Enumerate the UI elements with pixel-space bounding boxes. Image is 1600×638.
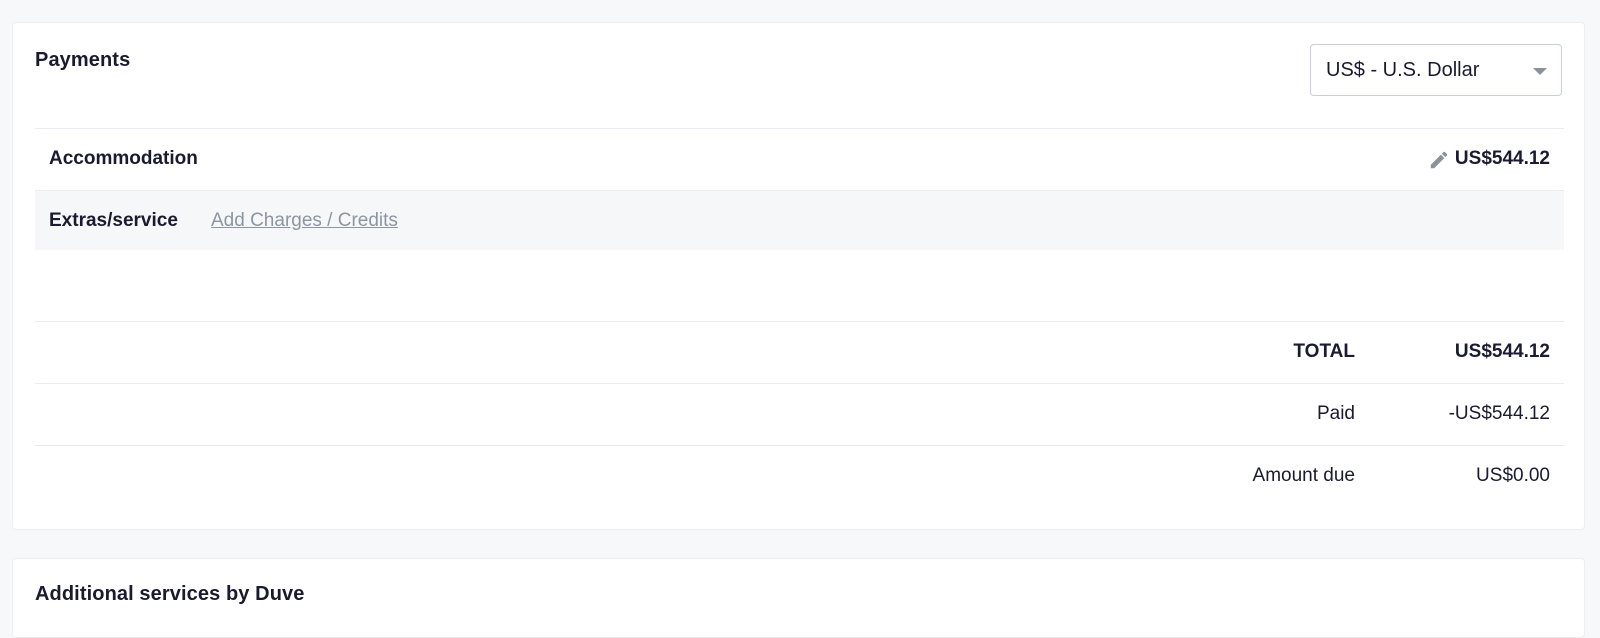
accommodation-label: Accommodation: [49, 148, 198, 169]
additional-services-title: Additional services by Duve: [35, 583, 305, 605]
accommodation-row: Accommodation US$544.12: [35, 128, 1564, 190]
payments-title: Payments: [35, 49, 131, 71]
currency-select[interactable]: US$ - U.S. Dollar: [1310, 44, 1562, 96]
amount-due-value: US$0.00: [1476, 465, 1550, 486]
paid-label: Paid: [1316, 403, 1355, 424]
extras-row: Extras/service Add Charges / Credits: [35, 190, 1564, 250]
paid-row: Paid -US$544.12: [35, 383, 1564, 445]
accommodation-amount: US$544.12: [1454, 148, 1550, 169]
chevron-down-icon: [1533, 68, 1547, 75]
paid-value: -US$544.12: [1448, 403, 1550, 424]
currency-select-value: US$ - U.S. Dollar: [1326, 59, 1480, 81]
amount-due-row: Amount due US$0.00: [35, 445, 1564, 507]
total-value: US$544.12: [1454, 341, 1550, 362]
total-label: TOTAL: [1293, 341, 1355, 362]
payments-card: Payments US$ - U.S. Dollar Accommodation…: [12, 22, 1585, 530]
total-row: TOTAL US$544.12: [35, 321, 1564, 383]
additional-services-card: Additional services by Duve: [12, 558, 1585, 638]
pencil-icon[interactable]: [1428, 149, 1450, 171]
extras-label: Extras/service: [49, 210, 178, 231]
amount-due-label: Amount due: [1252, 465, 1355, 486]
add-charges-credits-link[interactable]: Add Charges / Credits: [211, 210, 398, 232]
